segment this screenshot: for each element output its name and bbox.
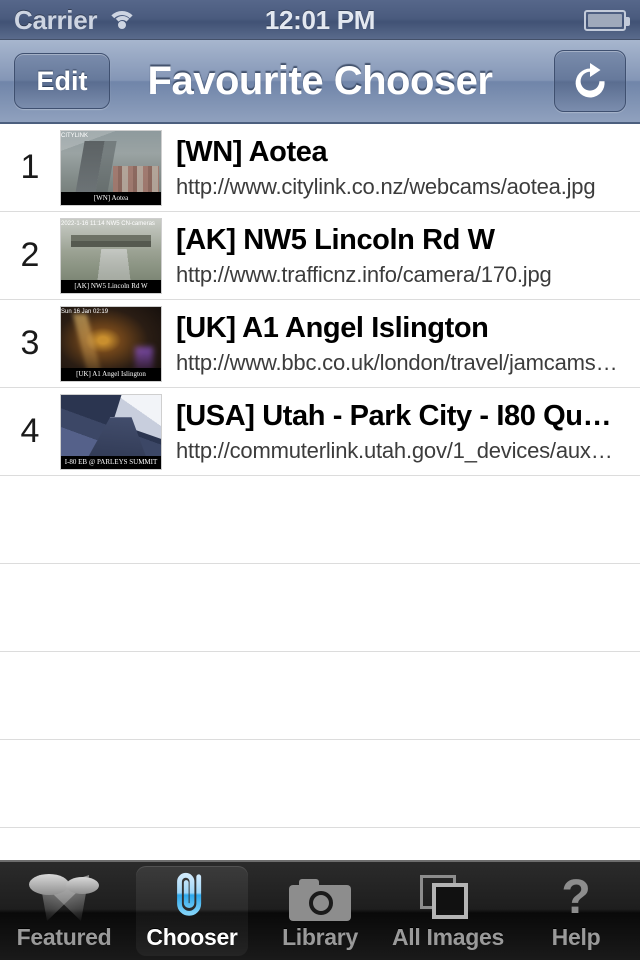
row-texts: [USA] Utah - Park City - I80 Qua… http:/…	[176, 397, 640, 467]
tab-label: Featured	[16, 924, 112, 950]
tab-label: Help	[551, 924, 601, 950]
thumbnail-header	[61, 395, 161, 405]
edit-button-label: Edit	[36, 65, 88, 96]
tab-label: All Images	[391, 924, 505, 950]
tab-label: Library	[282, 924, 358, 950]
empty-row	[0, 564, 640, 652]
favourites-list[interactable]: 1 CITYLINK [WN] Aotea [WN] Aotea http://…	[0, 124, 640, 874]
row-url: http://commuterlink.utah.gov/1_devices/a…	[176, 437, 624, 463]
refresh-icon	[575, 63, 605, 98]
spotlights-icon	[27, 871, 101, 921]
row-url: http://www.bbc.co.uk/london/travel/jamca…	[176, 349, 618, 375]
status-bar: Carrier 12:01 PM	[0, 0, 640, 40]
tab-featured[interactable]: Featured	[0, 862, 128, 960]
thumbnail-caption: I-80 EB @ PARLEYS SUMMIT	[61, 455, 161, 469]
app-screen: Carrier 12:01 PM Edit Favourite Chooser …	[0, 0, 640, 960]
tab-all-images[interactable]: All Images	[384, 862, 512, 960]
row-url: http://www.trafficnz.info/camera/170.jpg	[176, 261, 552, 287]
row-thumbnail: Sun 16 Jan 02:19 [UK] A1 Angel Islington	[60, 305, 162, 382]
thumbnail-header: Sun 16 Jan 02:19	[61, 308, 109, 315]
empty-row	[0, 740, 640, 828]
tab-chooser[interactable]: Chooser	[128, 862, 256, 960]
clock-label: 12:01 PM	[264, 4, 376, 35]
row-title: [UK] A1 Angel Islington	[176, 311, 489, 344]
row-rank: 3	[20, 324, 40, 362]
row-rank: 4	[20, 412, 40, 450]
row-title: [AK] NW5 Lincoln Rd W	[176, 223, 495, 256]
thumbnail-caption: [WN] Aotea	[61, 191, 161, 205]
thumbnail-header: CITYLINK	[61, 132, 89, 139]
row-thumbnail: I-80 EB @ PARLEYS SUMMIT	[60, 393, 162, 470]
row-texts: [AK] NW5 Lincoln Rd W http://www.traffic…	[176, 221, 640, 291]
row-texts: [UK] A1 Angel Islington http://www.bbc.c…	[176, 309, 640, 379]
tab-bar: Featured Chooser Library All Images ? He…	[0, 860, 640, 960]
row-rank: 2	[20, 236, 40, 274]
question-mark-icon: ?	[561, 871, 591, 924]
camera-icon	[289, 871, 351, 921]
photos-stack-icon	[420, 871, 476, 921]
paperclip-icon	[169, 871, 215, 921]
row-thumbnail: CITYLINK [WN] Aotea	[60, 129, 162, 206]
empty-row	[0, 476, 640, 564]
edit-button[interactable]: Edit	[14, 53, 110, 109]
navigation-bar: Edit Favourite Chooser	[0, 40, 640, 124]
table-row[interactable]: 3 Sun 16 Jan 02:19 [UK] A1 Angel Islingt…	[0, 300, 640, 388]
table-row[interactable]: 4 I-80 EB @ PARLEYS SUMMIT [USA] Utah - …	[0, 388, 640, 476]
row-texts: [WN] Aotea http://www.citylink.co.nz/web…	[176, 133, 640, 203]
row-url: http://www.citylink.co.nz/webcams/aotea.…	[176, 173, 596, 199]
thumbnail-caption: [UK] A1 Angel Islington	[61, 367, 161, 381]
tab-label: Chooser	[146, 924, 238, 950]
tab-library[interactable]: Library	[256, 862, 384, 960]
row-title: [USA] Utah - Park City - I80 Qua…	[176, 399, 624, 432]
battery-icon	[584, 9, 630, 31]
table-row[interactable]: 2 2022-1-16 11:14 NW5 CN-cameras [AK] NW…	[0, 212, 640, 300]
thumbnail-header: 2022-1-16 11:14 NW5 CN-cameras	[61, 220, 155, 227]
tab-help[interactable]: ? Help	[512, 862, 640, 960]
row-rank: 1	[20, 148, 40, 186]
refresh-button[interactable]	[554, 50, 626, 112]
thumbnail-caption: [AK] NW5 Lincoln Rd W	[61, 279, 161, 293]
row-title: [WN] Aotea	[176, 135, 328, 168]
empty-row	[0, 652, 640, 740]
row-thumbnail: 2022-1-16 11:14 NW5 CN-cameras [AK] NW5 …	[60, 217, 162, 294]
table-row[interactable]: 1 CITYLINK [WN] Aotea [WN] Aotea http://…	[0, 124, 640, 212]
